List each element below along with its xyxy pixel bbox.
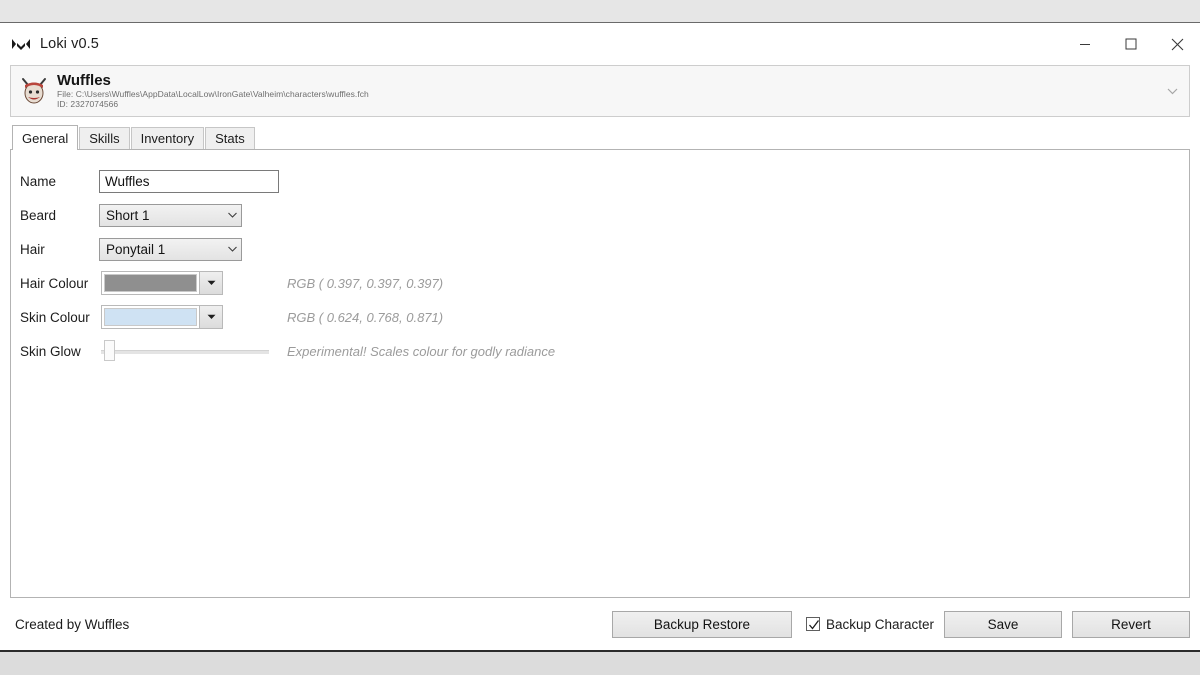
minimize-icon xyxy=(1080,44,1090,45)
close-button[interactable] xyxy=(1154,23,1200,65)
row-hair-colour: Hair Colour RGB ( 0.397, 0.397, 0.397) xyxy=(11,266,1189,300)
tab-skills-label: Skills xyxy=(89,131,120,146)
skin-colour-swatch xyxy=(104,308,197,326)
hair-colour-rgb-text: RGB ( 0.397, 0.397, 0.397) xyxy=(287,275,444,291)
maximize-icon xyxy=(1125,38,1137,50)
window-title: Loki v0.5 xyxy=(40,36,99,52)
tab-inventory[interactable]: Inventory xyxy=(130,127,205,149)
beard-select-value: Short 1 xyxy=(106,207,150,223)
hair-select-value: Ponytail 1 xyxy=(106,241,166,257)
character-header-panel[interactable]: Wuffles File: C:\Users\Wuffles\AppData\L… xyxy=(10,65,1190,117)
character-file-path: File: C:\Users\Wuffles\AppData\LocalLow\… xyxy=(57,89,369,100)
checkmark-icon xyxy=(808,620,819,630)
hair-label: Hair xyxy=(20,241,45,257)
save-button[interactable]: Save xyxy=(944,610,1062,638)
window-controls xyxy=(1062,23,1200,65)
skin-colour-label: Skin Colour xyxy=(20,309,90,325)
viking-face-icon xyxy=(19,76,49,106)
skin-glow-slider-thumb[interactable] xyxy=(104,340,115,361)
hair-colour-label: Hair Colour xyxy=(20,275,89,291)
row-hair: Hair Ponytail 1 xyxy=(11,232,1189,266)
skin-glow-slider-track xyxy=(101,350,269,354)
beard-select[interactable]: Short 1 xyxy=(99,203,242,227)
chevron-down-icon xyxy=(199,306,222,328)
skin-colour-picker[interactable] xyxy=(101,305,223,329)
backup-character-checkbox[interactable] xyxy=(805,617,820,631)
tab-general-label: General xyxy=(22,130,69,146)
close-icon xyxy=(1171,38,1183,50)
row-beard: Beard Short 1 xyxy=(11,198,1189,232)
backup-restore-label: Backup Restore xyxy=(653,616,750,632)
skin-glow-label: Skin Glow xyxy=(20,343,81,359)
tab-stats[interactable]: Stats xyxy=(205,127,255,149)
tab-skills[interactable]: Skills xyxy=(79,127,130,149)
save-label: Save xyxy=(987,616,1019,632)
tab-host: General Skills Inventory Stats Name Wuff… xyxy=(10,125,1190,598)
hair-select[interactable]: Ponytail 1 xyxy=(99,237,242,261)
tab-strip: General Skills Inventory Stats xyxy=(10,125,1190,150)
backup-character-label: Backup Character xyxy=(825,616,934,632)
minimize-button[interactable] xyxy=(1062,23,1108,65)
footer-actions: Backup Restore Backup Character Save Rev… xyxy=(611,610,1190,638)
title-bar: Loki v0.5 xyxy=(0,23,1200,65)
name-input[interactable] xyxy=(99,169,279,193)
name-label: Name xyxy=(20,173,57,189)
hair-colour-swatch xyxy=(104,274,197,292)
skin-glow-hint: Experimental! Scales colour for godly ra… xyxy=(287,343,556,359)
revert-label: Revert xyxy=(1111,616,1151,632)
chevron-down-icon xyxy=(199,272,222,294)
character-name: Wuffles xyxy=(57,71,111,89)
backup-restore-button[interactable]: Backup Restore xyxy=(611,610,792,638)
tab-general[interactable]: General xyxy=(12,125,79,150)
maximize-button[interactable] xyxy=(1108,23,1154,65)
row-name: Name xyxy=(11,164,1189,198)
chevron-down-icon[interactable] xyxy=(1163,82,1181,100)
tab-inventory-label: Inventory xyxy=(140,131,195,146)
backup-character-checkbox-row[interactable]: Backup Character xyxy=(805,616,934,632)
general-form: Name Beard Short 1 Hair xyxy=(11,150,1189,368)
loki-logo-icon xyxy=(10,33,32,55)
hair-colour-picker[interactable] xyxy=(101,271,223,295)
revert-button[interactable]: Revert xyxy=(1072,610,1190,638)
skin-colour-rgb-text: RGB ( 0.624, 0.768, 0.871) xyxy=(287,309,444,325)
credits-label: Created by Wuffles xyxy=(15,616,130,632)
footer-bar: Created by Wuffles Backup Restore Backup… xyxy=(0,598,1200,650)
tab-panel-general: Name Beard Short 1 Hair xyxy=(10,149,1190,598)
character-info: Wuffles File: C:\Users\Wuffles\AppData\L… xyxy=(57,71,369,110)
chevron-down-icon xyxy=(223,212,241,218)
tab-stats-label: Stats xyxy=(215,131,245,146)
beard-label: Beard xyxy=(20,207,57,223)
row-skin-glow: Skin Glow Experimental! Scales colour fo… xyxy=(11,334,1189,368)
app-window: Loki v0.5 Wuffles File: C:\Users\Wuffles… xyxy=(0,22,1200,652)
chevron-down-icon xyxy=(223,246,241,252)
row-skin-colour: Skin Colour RGB ( 0.624, 0.768, 0.871) xyxy=(11,300,1189,334)
skin-glow-slider[interactable] xyxy=(101,339,269,363)
character-id: ID: 2327074566 xyxy=(57,99,119,110)
